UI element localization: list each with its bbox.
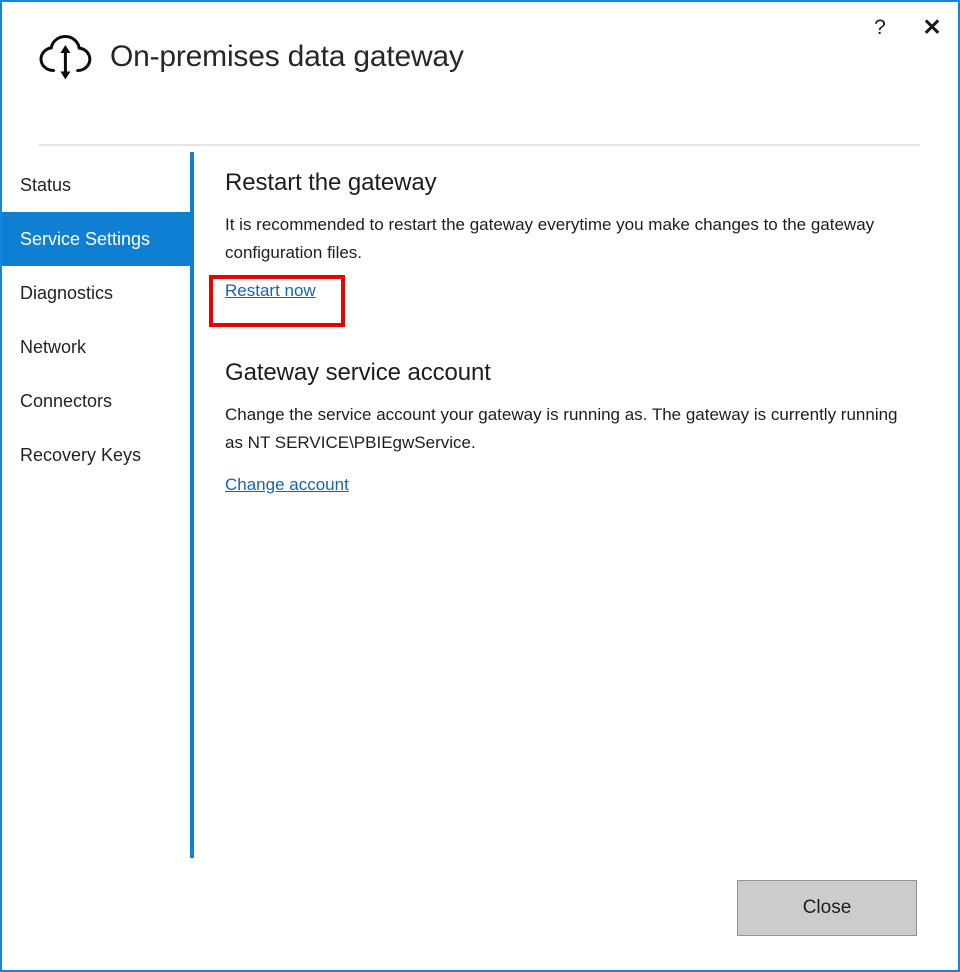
- restart-section-heading: Restart the gateway: [225, 167, 925, 199]
- sidebar-item-service-settings[interactable]: Service Settings: [2, 212, 191, 266]
- close-window-button[interactable]: ✕: [914, 10, 950, 44]
- sidebar-item-label: Service Settings: [20, 229, 150, 250]
- title-bar: ? ✕ On-premises data gateway: [2, 2, 958, 142]
- window-controls: ? ✕: [862, 10, 950, 44]
- sidebar-item-label: Connectors: [20, 391, 112, 412]
- help-button[interactable]: ?: [862, 10, 898, 44]
- sidebar-item-label: Status: [20, 175, 71, 196]
- sidebar-item-recovery-keys[interactable]: Recovery Keys: [2, 428, 191, 482]
- sidebar-item-network[interactable]: Network: [2, 320, 191, 374]
- restart-link-container: Restart now: [225, 281, 925, 315]
- sidebar-item-connectors[interactable]: Connectors: [2, 374, 191, 428]
- brand: On-premises data gateway: [38, 32, 464, 82]
- header-divider: [39, 144, 920, 146]
- sidebar-divider: [190, 152, 194, 858]
- cloud-updown-arrow-icon: [38, 32, 94, 82]
- window-title: On-premises data gateway: [110, 40, 464, 74]
- sidebar-item-diagnostics[interactable]: Diagnostics: [2, 266, 191, 320]
- sidebar-item-status[interactable]: Status: [2, 158, 191, 212]
- close-button[interactable]: Close: [737, 880, 917, 936]
- account-section-heading: Gateway service account: [225, 357, 925, 389]
- sidebar-item-label: Recovery Keys: [20, 445, 141, 466]
- restart-now-link[interactable]: Restart now: [225, 281, 316, 301]
- gateway-configuration-window: ? ✕ On-premises data gateway Status Serv…: [0, 0, 960, 972]
- sidebar-item-label: Diagnostics: [20, 283, 113, 304]
- sidebar-navigation: Status Service Settings Diagnostics Netw…: [2, 158, 191, 482]
- sidebar-item-label: Network: [20, 337, 86, 358]
- footer-bar: Close: [2, 850, 958, 970]
- gateway-service-account-section: Gateway service account Change the servi…: [225, 357, 925, 495]
- restart-gateway-section: Restart the gateway It is recommended to…: [225, 167, 925, 315]
- account-section-description: Change the service account your gateway …: [225, 401, 917, 457]
- change-account-link-container: Change account: [225, 475, 925, 495]
- change-account-link[interactable]: Change account: [225, 475, 349, 495]
- restart-section-description: It is recommended to restart the gateway…: [225, 211, 917, 267]
- main-content: Restart the gateway It is recommended to…: [225, 167, 925, 495]
